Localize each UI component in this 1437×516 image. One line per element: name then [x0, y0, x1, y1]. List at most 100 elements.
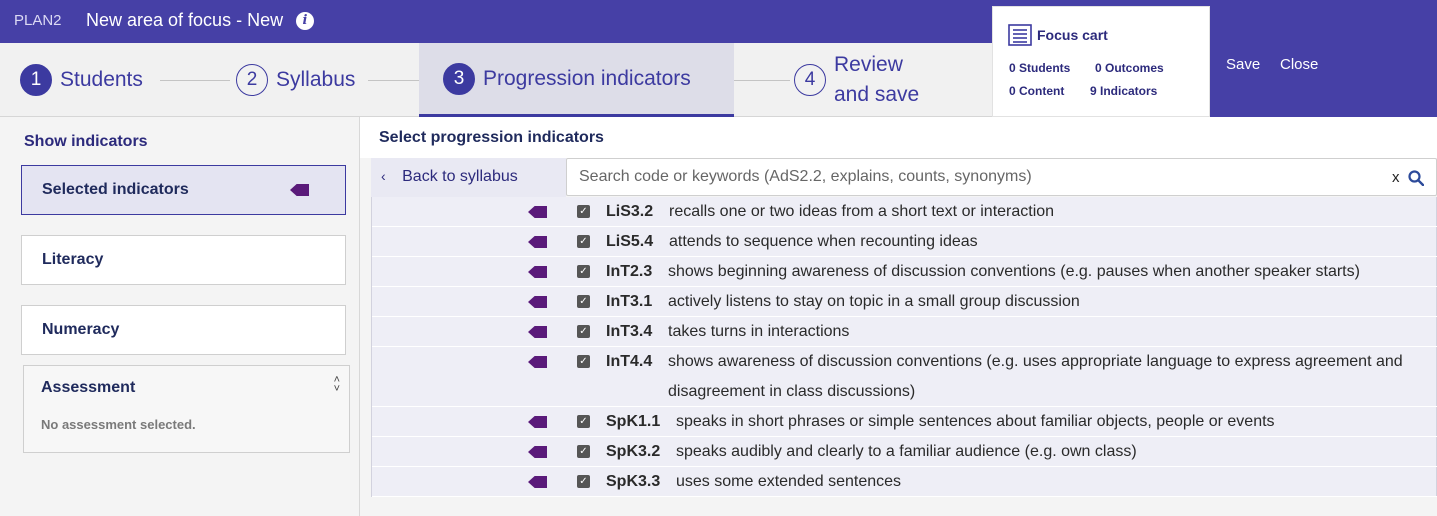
indicator-row[interactable]: ✓ InT3.4 takes turns in interactions: [372, 317, 1437, 347]
tag-icon[interactable]: [528, 296, 547, 308]
save-button[interactable]: Save: [1226, 56, 1260, 73]
search-icon[interactable]: [1408, 170, 1424, 186]
indicator-description: attends to sequence when recounting idea…: [669, 227, 978, 257]
page-title: New area of focus - New: [86, 10, 284, 30]
tag-icon[interactable]: [528, 326, 547, 338]
tag-icon: [290, 184, 309, 196]
expand-collapse-icon[interactable]: ˄ ˅: [334, 375, 340, 395]
indicator-description: speaks in short phrases or simple senten…: [676, 407, 1275, 437]
checkbox[interactable]: ✓: [577, 235, 590, 248]
indicator-row[interactable]: ✓ InT2.3 shows beginning awareness of disc…: [372, 257, 1437, 287]
indicator-row[interactable]: ✓ LiS5.4 attends to sequence when recounti…: [372, 227, 1437, 257]
indicator-code: InT4.4: [606, 353, 653, 370]
filter-literacy[interactable]: Literacy: [21, 235, 346, 285]
indicator-code: InT3.4: [606, 323, 653, 340]
indicator-code: SpK1.1: [606, 413, 661, 430]
checkbox[interactable]: ✓: [577, 355, 590, 368]
indicator-description: takes turns in interactions: [668, 317, 849, 347]
tag-icon[interactable]: [528, 446, 547, 458]
main-header: Select progression indicators: [360, 117, 1437, 158]
search-box: x: [566, 158, 1437, 196]
step-label: Syllabus: [276, 68, 356, 91]
indicator-row[interactable]: ✓ InT3.1 actively listens to stay on topic…: [372, 287, 1437, 317]
indicator-description-line: takes turns in interactions: [668, 323, 850, 340]
indicator-description: speaks audibly and clearly to a familiar…: [676, 437, 1137, 467]
step-connector: [160, 80, 230, 81]
cart-students-count: 0 Students: [1009, 61, 1071, 75]
indicator-row[interactable]: ✓ SpK3.3 uses some extended sentences: [372, 467, 1437, 497]
app-name: PLAN2: [14, 12, 62, 29]
step-syllabus[interactable]: 2 Syllabus: [236, 43, 355, 117]
cart-indicators-count: 9 Indicators: [1090, 84, 1158, 98]
checkbox[interactable]: ✓: [577, 295, 590, 308]
indicator-description-line: uses some extended sentences: [676, 473, 902, 490]
tag-icon[interactable]: [528, 236, 547, 248]
indicator-code: LiS3.2: [606, 203, 654, 220]
back-to-syllabus-button[interactable]: ‹ Back to syllabus: [371, 158, 566, 197]
main-panel: Select progression indicators ‹ Back to …: [360, 117, 1437, 516]
step-number: 3: [443, 62, 475, 95]
focus-cart[interactable]: Focus cart 0 Students 0 Outcomes 0 Conte…: [992, 6, 1210, 117]
search-input[interactable]: [567, 159, 1377, 195]
indicator-code: SpK3.2: [606, 443, 661, 460]
step-number: 1: [20, 64, 52, 96]
step-label: Students: [60, 68, 143, 91]
filter-numeracy[interactable]: Numeracy: [21, 305, 346, 355]
tag-icon[interactable]: [528, 266, 547, 278]
step-connector: [734, 80, 790, 81]
indicator-row[interactable]: ✓ InT4.4 shows awareness of discussion con…: [372, 347, 1437, 407]
indicator-row[interactable]: ✓ SpK3.2 speaks audibly and clearly to a f…: [372, 437, 1437, 467]
cart-title: Focus cart: [1037, 27, 1108, 43]
tag-icon[interactable]: [528, 476, 547, 488]
top-bar: PLAN2 New area of focus - New i: [0, 0, 1437, 43]
step-label-line1: Review: [834, 53, 903, 76]
step-label: Progression indicators: [483, 66, 691, 90]
sidebar-heading: Show indicators: [24, 133, 148, 150]
list-icon: [1008, 24, 1032, 46]
indicator-row[interactable]: ✓ SpK1.1 speaks in short phrases or simple…: [372, 407, 1437, 437]
indicator-code: SpK3.3: [606, 473, 661, 490]
info-icon[interactable]: i: [296, 12, 314, 30]
assessment-panel: Assessment ˄ ˅ No assessment selected.: [23, 365, 350, 453]
indicator-description-line: shows beginning awareness of discussion …: [668, 263, 1360, 280]
indicator-description-line: recalls one or two ideas from a short te…: [669, 203, 1055, 220]
filter-label: Selected indicators: [42, 181, 189, 198]
chevron-left-icon: ‹: [381, 168, 386, 184]
checkbox[interactable]: ✓: [577, 415, 590, 428]
step-students[interactable]: 1 Students: [20, 43, 143, 117]
indicator-code: InT2.3: [606, 263, 653, 280]
indicator-description-line: actively listens to stay on topic in a s…: [668, 293, 1080, 310]
filter-selected-indicators[interactable]: Selected indicators: [21, 165, 346, 215]
filter-sidebar: Show indicators Selected indicators Lite…: [0, 117, 360, 516]
checkbox[interactable]: ✓: [577, 325, 590, 338]
back-label: Back to syllabus: [402, 168, 518, 185]
checkbox[interactable]: ✓: [577, 265, 590, 278]
indicator-description: uses some extended sentences: [676, 467, 901, 497]
indicator-description-line: speaks audibly and clearly to a familiar…: [676, 443, 1137, 460]
step-number: 2: [236, 64, 268, 96]
indicator-description: shows awareness of discussion convention…: [668, 347, 1403, 407]
step-progression-indicators[interactable]: 3 Progression indicators: [419, 43, 734, 117]
stepper: 1 Students 2 Syllabus 3 Progression indi…: [0, 43, 992, 117]
indicator-description-line: speaks in short phrases or simple senten…: [676, 413, 1275, 430]
tag-icon[interactable]: [528, 206, 547, 218]
checkbox[interactable]: ✓: [577, 445, 590, 458]
indicator-row[interactable]: ✓ LiS3.2 recalls one or two ideas from a s…: [372, 197, 1437, 227]
step-label: Review and save: [834, 50, 919, 110]
checkbox[interactable]: ✓: [577, 475, 590, 488]
checkbox[interactable]: ✓: [577, 205, 590, 218]
indicator-description-line: attends to sequence when recounting idea…: [669, 233, 978, 250]
step-connector: [368, 80, 419, 81]
assessment-empty-text: No assessment selected.: [41, 417, 196, 432]
step-review-and-save[interactable]: 4 Review and save: [794, 43, 919, 117]
indicator-description: actively listens to stay on topic in a s…: [668, 287, 1080, 317]
indicator-list: ✓ LiS3.2 recalls one or two ideas from a s…: [371, 197, 1437, 497]
cart-content-count: 0 Content: [1009, 84, 1065, 98]
indicator-code: LiS5.4: [606, 233, 654, 250]
filter-label: Literacy: [42, 251, 104, 268]
indicator-code: InT3.1: [606, 293, 653, 310]
tag-icon[interactable]: [528, 356, 547, 368]
tag-icon[interactable]: [528, 416, 547, 428]
close-button[interactable]: Close: [1280, 56, 1318, 73]
clear-search-button[interactable]: x: [1392, 169, 1400, 186]
